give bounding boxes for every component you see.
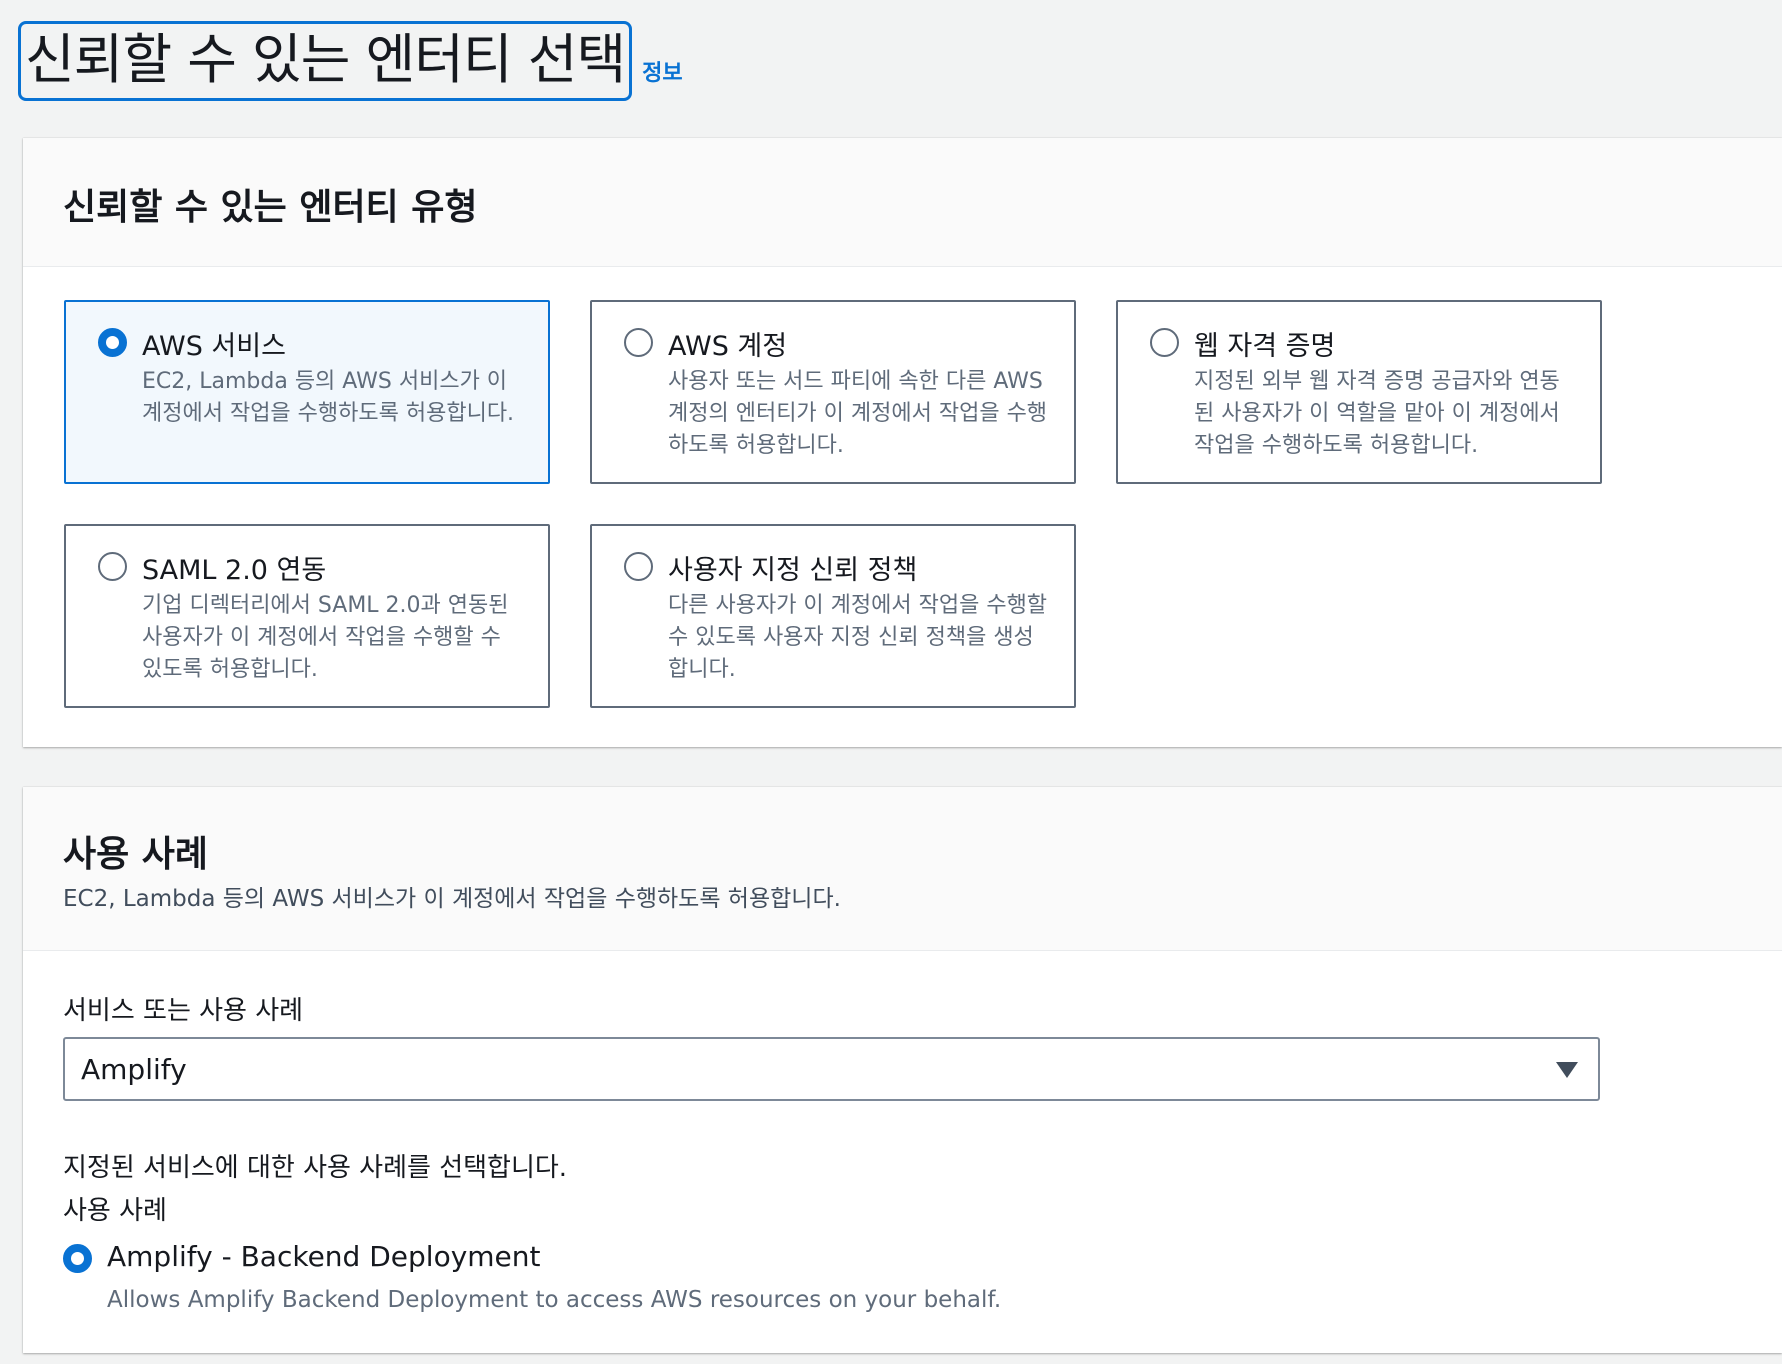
entity-type-panel-header: 신뢰할 수 있는 엔터티 유형 — [23, 138, 1782, 267]
page-title: 신뢰할 수 있는 엔터티 선택 — [18, 21, 633, 101]
entity-option-description: 사용자 또는 서드 파티에 속한 다른 AWS 계정의 엔터티가 이 계정에서 … — [668, 369, 1048, 458]
use-case-option-label[interactable]: Amplify - Backend Deployment — [107, 1240, 541, 1273]
entity-option-label: 웹 자격 증명 — [1194, 331, 1336, 362]
caret-down-icon[interactable] — [1556, 1062, 1578, 1078]
entity-option-aws-account[interactable]: AWS 계정 사용자 또는 서드 파티에 속한 다른 AWS 계정의 엔터티가 … — [590, 300, 1076, 484]
entity-option-custom-trust-policy[interactable]: 사용자 지정 신뢰 정책 다른 사용자가 이 계정에서 작업을 수행할 수 있도… — [590, 524, 1076, 708]
service-select-hint: 지정된 서비스에 대한 사용 사례를 선택합니다. — [63, 1153, 568, 1183]
entity-option-label: SAML 2.0 연동 — [142, 555, 327, 586]
info-link[interactable]: 정보 — [642, 55, 682, 87]
entity-option-description: 기업 디렉터리에서 SAML 2.0과 연동된 사용자가 이 계정에서 작업을 … — [142, 593, 509, 682]
use-case-panel: 사용 사례 EC2, Lambda 등의 AWS 서비스가 이 계정에서 작업을… — [23, 787, 1782, 1353]
entity-option-label: AWS 계정 — [668, 331, 788, 362]
entity-option-label: AWS 서비스 — [142, 331, 286, 362]
radio-unselected-icon[interactable] — [1150, 328, 1179, 357]
radio-unselected-icon[interactable] — [98, 552, 127, 581]
entity-option-aws-service[interactable]: AWS 서비스 EC2, Lambda 등의 AWS 서비스가 이 계정에서 작… — [64, 300, 550, 484]
use-case-description: EC2, Lambda 등의 AWS 서비스가 이 계정에서 작업을 수행하도록… — [63, 886, 841, 912]
page-header: 신뢰할 수 있는 엔터티 선택 정보 — [18, 21, 683, 101]
service-select-value: Amplify — [81, 1053, 187, 1086]
radio-selected-icon[interactable] — [98, 328, 127, 357]
use-case-panel-header: 사용 사례 EC2, Lambda 등의 AWS 서비스가 이 계정에서 작업을… — [23, 787, 1782, 951]
service-select[interactable]: Amplify — [63, 1037, 1600, 1101]
use-case-option-description: Allows Amplify Backend Deployment to acc… — [107, 1287, 1002, 1313]
use-case-radio-selected-icon[interactable] — [63, 1244, 92, 1273]
entity-option-label: 사용자 지정 신뢰 정책 — [668, 555, 918, 586]
entity-type-panel: 신뢰할 수 있는 엔터티 유형 AWS 서비스 EC2, Lambda 등의 A… — [23, 138, 1782, 747]
radio-unselected-icon[interactable] — [624, 328, 653, 357]
entity-type-heading: 신뢰할 수 있는 엔터티 유형 — [63, 187, 478, 228]
use-case-heading: 사용 사례 — [63, 834, 209, 875]
radio-unselected-icon[interactable] — [624, 552, 653, 581]
entity-option-description: 지정된 외부 웹 자격 증명 공급자와 연동된 사용자가 이 역할을 맡아 이 … — [1194, 369, 1560, 458]
entity-option-web-identity[interactable]: 웹 자격 증명 지정된 외부 웹 자격 증명 공급자와 연동된 사용자가 이 역… — [1116, 300, 1602, 484]
entity-option-description: 다른 사용자가 이 계정에서 작업을 수행할 수 있도록 사용자 지정 신뢰 정… — [668, 593, 1048, 682]
use-case-sub-label: 사용 사례 — [63, 1196, 167, 1226]
service-select-label: 서비스 또는 사용 사례 — [63, 996, 304, 1026]
entity-option-description: EC2, Lambda 등의 AWS 서비스가 이 계정에서 작업을 수행하도록… — [142, 369, 515, 426]
entity-option-saml[interactable]: SAML 2.0 연동 기업 디렉터리에서 SAML 2.0과 연동된 사용자가… — [64, 524, 550, 708]
